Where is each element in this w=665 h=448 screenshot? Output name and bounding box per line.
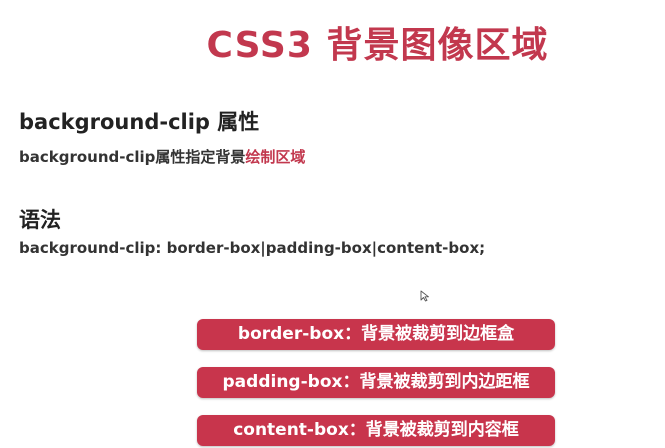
description-highlight: 绘制区域 xyxy=(245,148,306,166)
syntax-heading: 语法 xyxy=(19,208,61,232)
description-text: background-clip属性指定背景 xyxy=(19,148,246,166)
option-content-box: content-box：背景被裁剪到内容框 xyxy=(197,415,555,446)
option-border-box: border-box：背景被裁剪到边框盒 xyxy=(197,319,555,350)
slide-title: CSS3 背景图像区域 xyxy=(206,25,549,66)
title-container: CSS3 背景图像区域 xyxy=(0,8,665,68)
mouse-pointer-icon xyxy=(420,290,429,302)
section-heading: background-clip 属性 xyxy=(19,110,260,134)
section-description: background-clip属性指定背景绘制区域 xyxy=(19,146,305,167)
option-padding-box: padding-box：背景被裁剪到内边距框 xyxy=(197,367,555,398)
syntax-code: background-clip: border-box|padding-box|… xyxy=(19,239,486,257)
